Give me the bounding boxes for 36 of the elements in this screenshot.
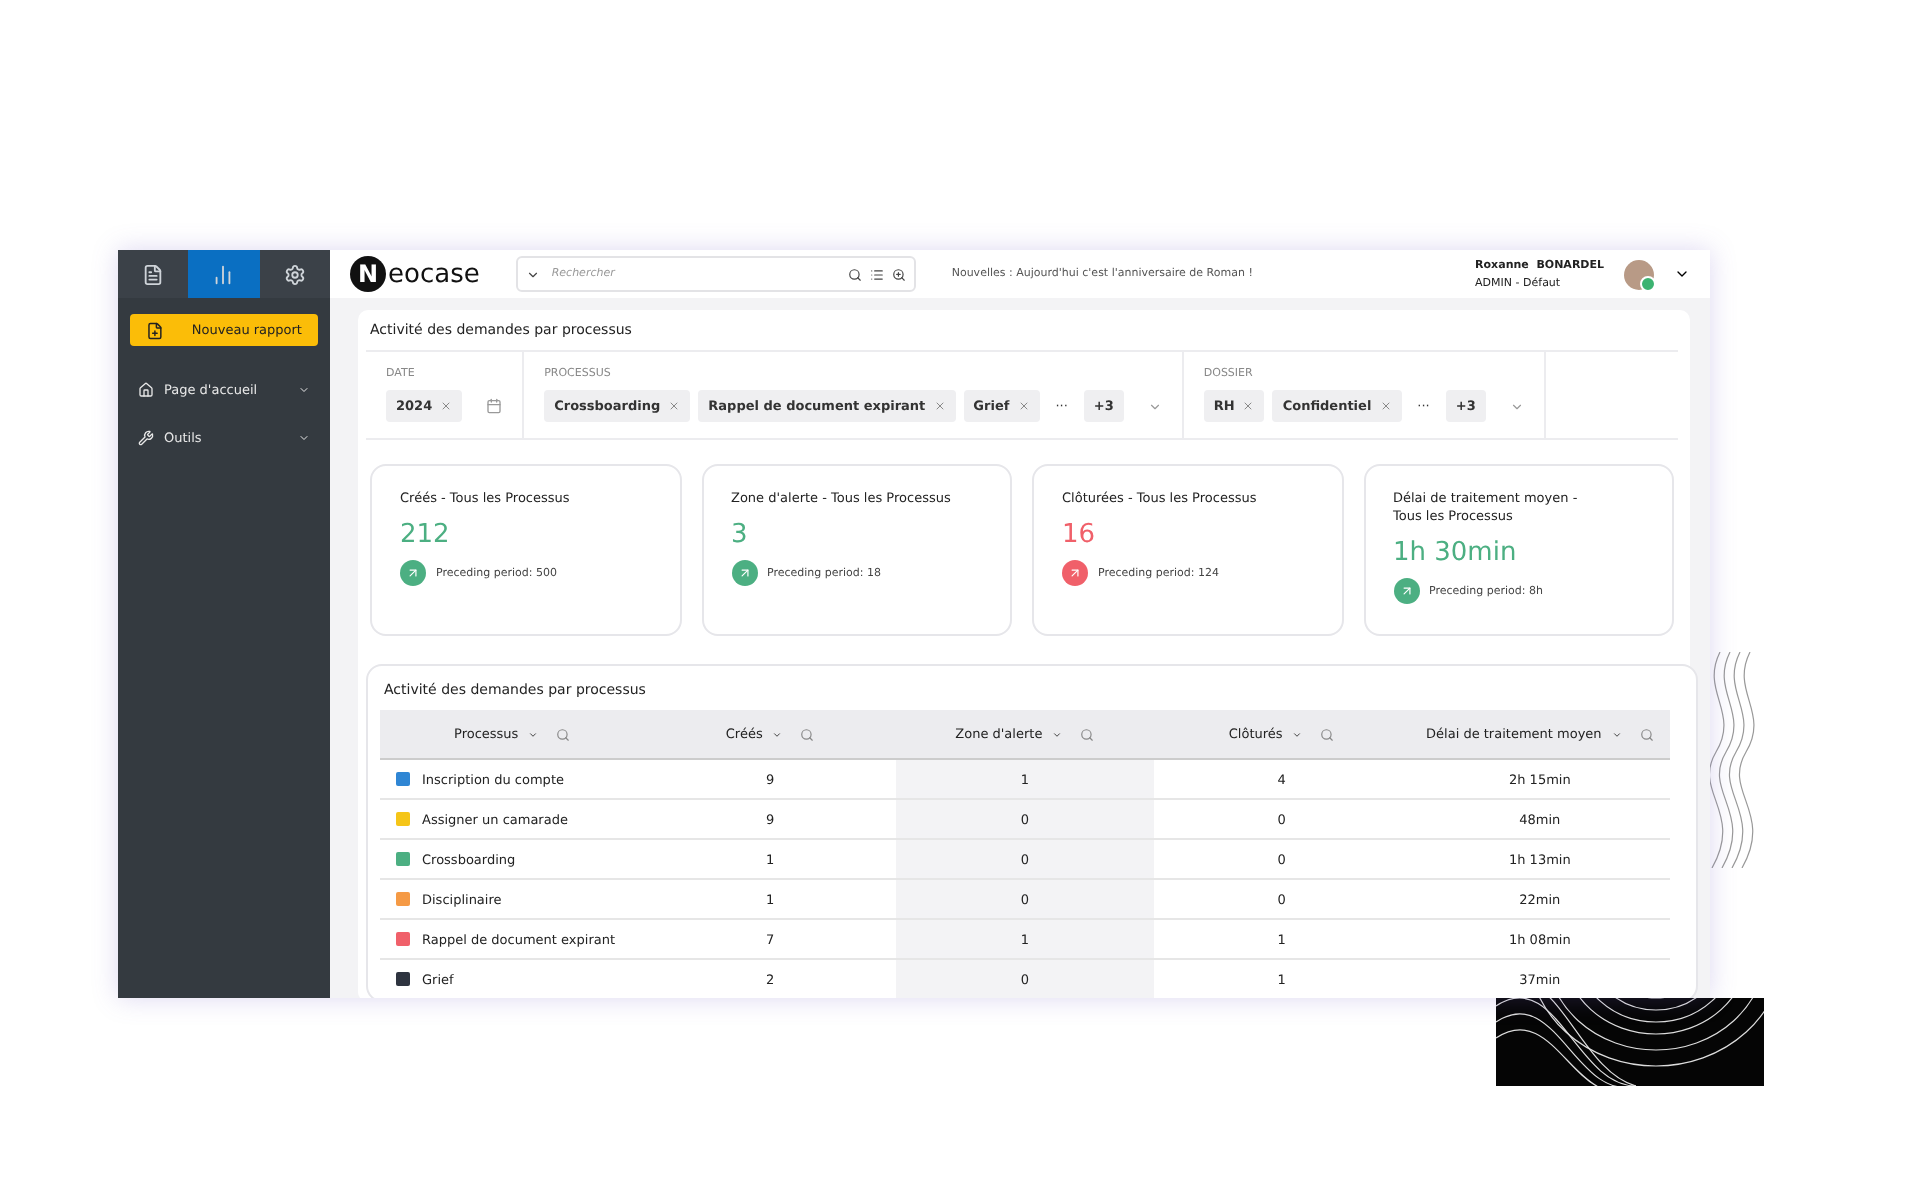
card-value: 1h 30min: [1393, 538, 1519, 569]
card-value: 212: [400, 520, 452, 551]
caret-icon: [298, 432, 310, 444]
caret-icon[interactable]: [1611, 729, 1622, 739]
card-value: 16: [1062, 520, 1098, 551]
search-icon[interactable]: [556, 727, 571, 741]
caret-icon: [298, 384, 310, 396]
close-icon[interactable]: [668, 400, 681, 412]
wrench-icon: [138, 430, 154, 446]
document-icon: [142, 263, 165, 285]
close-icon[interactable]: [1242, 400, 1255, 412]
search-icon: [847, 267, 862, 281]
chevron-icon: [525, 267, 540, 281]
close-icon[interactable]: [1017, 400, 1030, 412]
settings-icon: [283, 263, 306, 285]
close-icon[interactable]: [440, 400, 453, 412]
caret-icon[interactable]: [772, 729, 783, 739]
search-icon[interactable]: [1320, 727, 1335, 741]
avatar[interactable]: [1624, 259, 1654, 289]
card-value: 3: [731, 520, 750, 551]
search-icon[interactable]: [1639, 727, 1654, 741]
caret-icon[interactable]: [1052, 729, 1063, 739]
file-plus-icon: [146, 321, 164, 339]
chevron-icon[interactable]: [1674, 266, 1690, 282]
home-icon: [138, 382, 154, 398]
search-icon[interactable]: [1080, 727, 1095, 741]
bar-chart-icon: [212, 263, 235, 285]
close-icon[interactable]: [933, 400, 946, 412]
zoom-icon: [891, 267, 906, 281]
close-icon[interactable]: [1379, 400, 1392, 412]
calendar-icon[interactable]: [486, 398, 503, 414]
caret-icon[interactable]: [1292, 729, 1303, 739]
caret-icon[interactable]: [528, 729, 539, 739]
search-icon[interactable]: [800, 727, 815, 741]
list-icon: [869, 267, 884, 281]
logo: N eocase: [350, 256, 480, 292]
